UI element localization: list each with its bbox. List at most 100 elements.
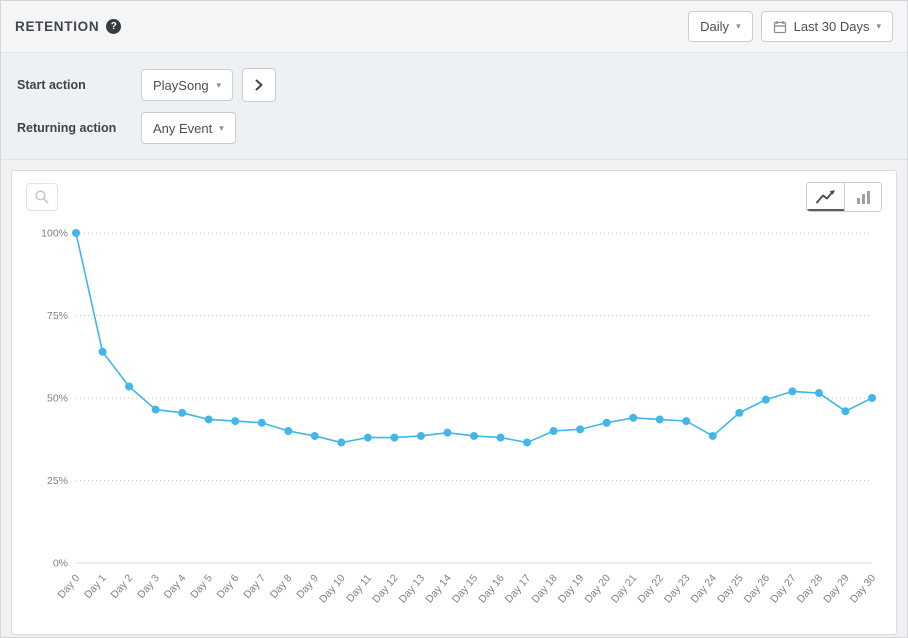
data-point-day-9[interactable] <box>311 432 319 440</box>
x-tick-label: Day 6 <box>215 572 242 601</box>
y-tick-label: 100% <box>41 228 68 240</box>
date-range-label: Last 30 Days <box>794 19 870 34</box>
line-chart-icon <box>816 189 836 205</box>
title-wrap: RETENTION ? <box>15 19 121 34</box>
data-point-day-8[interactable] <box>284 427 292 435</box>
retention-series-line <box>76 233 872 443</box>
data-point-day-3[interactable] <box>152 406 160 414</box>
run-query-button[interactable] <box>242 68 276 102</box>
data-point-day-1[interactable] <box>99 348 107 356</box>
bar-chart-icon <box>855 190 872 205</box>
data-point-day-7[interactable] <box>258 419 266 427</box>
data-point-day-23[interactable] <box>682 417 690 425</box>
y-tick-label: 50% <box>47 393 68 405</box>
x-tick-label: Day 26 <box>742 572 773 605</box>
date-range-dropdown[interactable]: Last 30 Days ▾ <box>761 11 893 42</box>
data-point-day-5[interactable] <box>205 415 213 423</box>
x-tick-label: Day 1 <box>82 572 109 601</box>
granularity-dropdown[interactable]: Daily ▾ <box>688 11 752 42</box>
page-title: RETENTION <box>15 19 99 34</box>
data-point-day-20[interactable] <box>603 419 611 427</box>
returning-action-label: Returning action <box>17 121 141 135</box>
returning-action-row: Returning action Any Event ▾ <box>17 112 891 144</box>
calendar-icon <box>773 20 787 34</box>
data-point-day-21[interactable] <box>629 414 637 422</box>
inspect-users-button[interactable] <box>26 183 58 211</box>
data-point-day-16[interactable] <box>497 434 505 442</box>
caret-down-icon: ▾ <box>876 22 881 31</box>
retention-line-chart: 0% 25% 50% 75% 100% Day 0Day 1Day 2Day 3Day 4… <box>26 217 884 625</box>
data-point-day-2[interactable] <box>125 382 133 390</box>
x-tick-label: Day 24 <box>689 572 720 605</box>
chevron-right-icon <box>250 76 268 94</box>
x-tick-label: Day 4 <box>162 572 189 601</box>
data-point-day-4[interactable] <box>178 409 186 417</box>
data-point-day-19[interactable] <box>576 425 584 433</box>
x-tick-label: Day 2 <box>109 572 136 601</box>
start-action-label: Start action <box>17 78 141 92</box>
bar-chart-toggle[interactable] <box>844 183 881 211</box>
x-tick-label: Day 22 <box>635 572 666 605</box>
x-tick-label: Day 27 <box>768 572 799 605</box>
header-controls: Daily ▾ Last 30 Days ▾ <box>688 11 893 42</box>
x-tick-label: Day 7 <box>241 572 268 601</box>
x-tick-label: Day 29 <box>821 572 852 605</box>
data-point-day-28[interactable] <box>815 389 823 397</box>
data-point-day-12[interactable] <box>390 434 398 442</box>
header: RETENTION ? Daily ▾ Last 30 Days ▾ <box>1 1 907 53</box>
caret-down-icon: ▾ <box>216 81 221 90</box>
data-point-day-27[interactable] <box>788 387 796 395</box>
granularity-label: Daily <box>700 19 729 34</box>
x-tick-label: Day 20 <box>582 572 613 605</box>
start-action-dropdown[interactable]: PlaySong ▾ <box>141 69 233 101</box>
x-tick-label: Day 5 <box>188 572 215 601</box>
data-point-day-29[interactable] <box>841 407 849 415</box>
data-point-day-14[interactable] <box>443 429 451 437</box>
start-action-value: PlaySong <box>153 78 209 93</box>
data-point-day-22[interactable] <box>656 415 664 423</box>
x-tick-label: Day 16 <box>476 572 507 605</box>
caret-down-icon: ▾ <box>736 22 741 31</box>
y-tick-label: 25% <box>47 475 68 487</box>
data-point-day-11[interactable] <box>364 434 372 442</box>
start-action-row: Start action PlaySong ▾ <box>17 68 891 102</box>
data-point-day-17[interactable] <box>523 439 531 447</box>
x-tick-label: Day 8 <box>268 572 295 601</box>
data-point-day-13[interactable] <box>417 432 425 440</box>
returning-action-value: Any Event <box>153 121 212 136</box>
y-tick-label: 75% <box>47 310 68 322</box>
data-point-day-10[interactable] <box>337 439 345 447</box>
line-chart-toggle[interactable] <box>807 183 844 211</box>
x-tick-label: Day 30 <box>848 572 879 605</box>
returning-action-dropdown[interactable]: Any Event ▾ <box>141 112 236 144</box>
data-point-day-0[interactable] <box>72 229 80 237</box>
x-tick-label: Day 0 <box>55 572 82 601</box>
data-point-day-18[interactable] <box>550 427 558 435</box>
caret-down-icon: ▾ <box>219 124 224 133</box>
y-tick-label: 0% <box>53 558 68 570</box>
help-icon[interactable]: ? <box>106 19 121 34</box>
retention-page: RETENTION ? Daily ▾ Last 30 Days ▾ <box>0 0 908 638</box>
x-tick-label: Day 23 <box>662 572 693 605</box>
x-tick-label: Day 15 <box>450 572 481 605</box>
x-tick-label: Day 14 <box>423 572 454 605</box>
filters-panel: Start action PlaySong ▾ Returning action… <box>1 53 907 160</box>
x-tick-label: Day 10 <box>317 572 348 605</box>
x-tick-label: Day 3 <box>135 572 162 601</box>
x-tick-label: Day 11 <box>344 572 374 605</box>
chart-card: 0% 25% 50% 75% 100% Day 0Day 1Day 2Day 3Day 4… <box>11 170 897 635</box>
chart-toolbar <box>26 183 882 211</box>
data-point-day-24[interactable] <box>709 432 717 440</box>
magnifier-icon <box>34 189 50 205</box>
x-tick-label: Day 25 <box>715 572 746 605</box>
data-point-day-26[interactable] <box>762 396 770 404</box>
x-tick-label: Day 17 <box>503 572 534 605</box>
x-tick-label: Day 28 <box>795 572 826 605</box>
data-point-day-6[interactable] <box>231 417 239 425</box>
data-point-day-25[interactable] <box>735 409 743 417</box>
data-point-day-15[interactable] <box>470 432 478 440</box>
x-tick-label: Day 12 <box>370 572 401 605</box>
x-tick-label: Day 18 <box>529 572 560 605</box>
x-tick-label: Day 19 <box>556 572 587 605</box>
data-point-day-30[interactable] <box>868 394 876 402</box>
